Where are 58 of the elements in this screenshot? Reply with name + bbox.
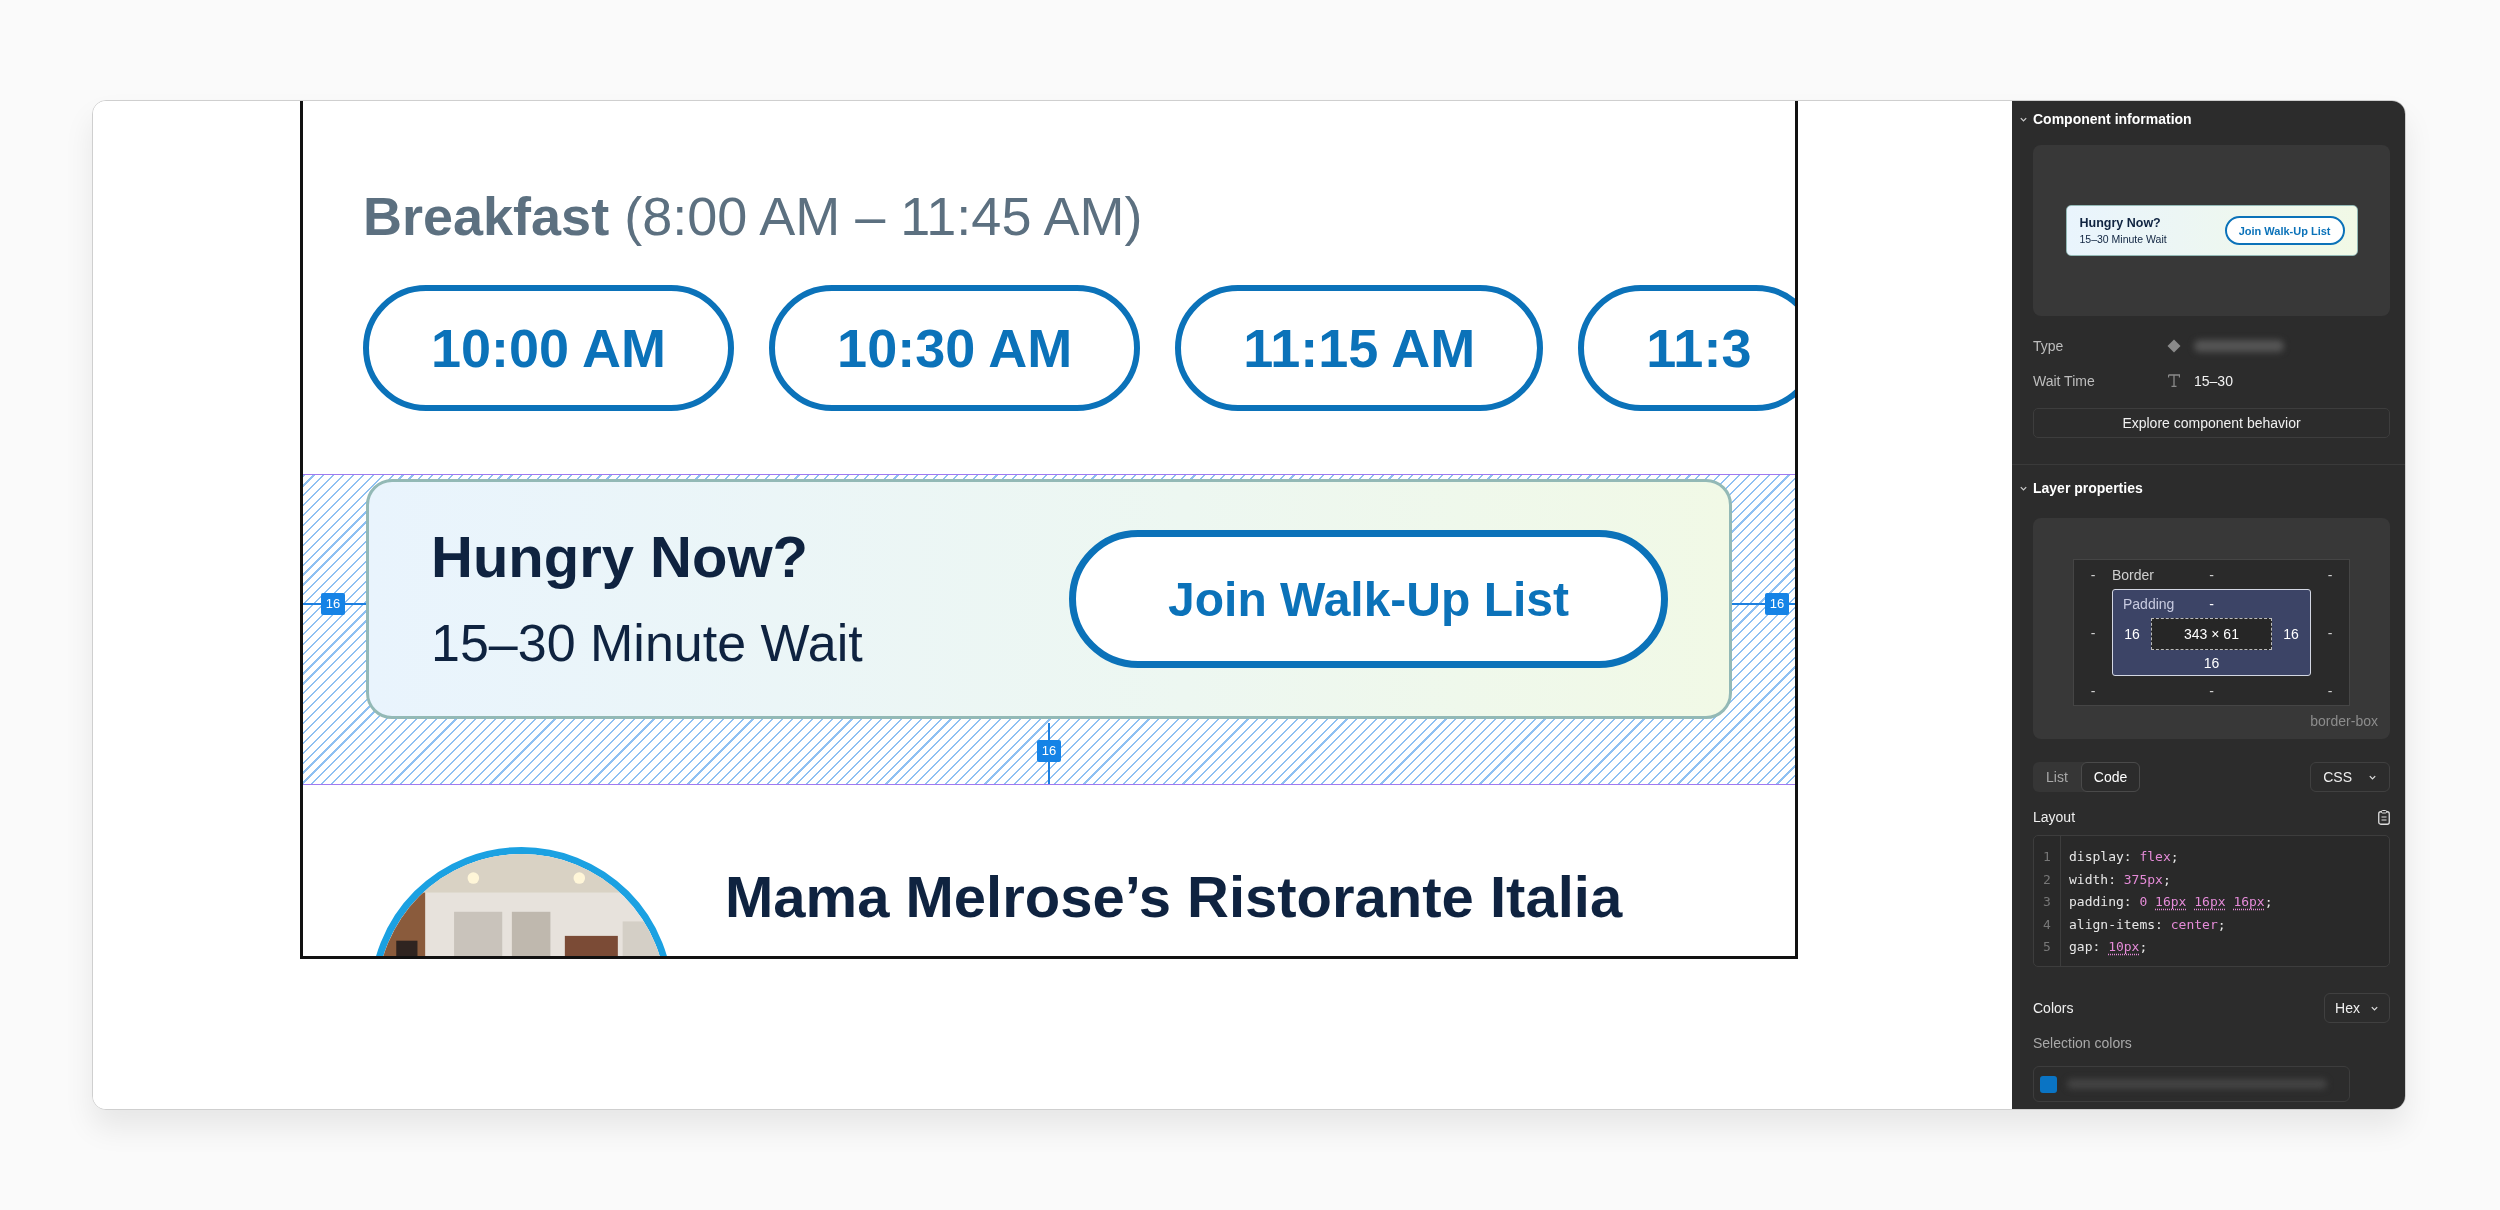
section-heading: Breakfast (8:00 AM – 11:45 AM): [362, 185, 1144, 246]
wait-time-text: 15–30 Minute Wait: [2079, 233, 2167, 245]
line-number: 4: [2042, 915, 2052, 934]
padding-value: -: [2208, 595, 2215, 614]
text-type-icon: [2168, 374, 2180, 387]
section-title: Layer properties: [2033, 480, 2143, 496]
diamond-icon: [2167, 338, 2181, 353]
view-tab[interactable]: List: [2033, 762, 2081, 792]
time-slot-button[interactable]: 10:00 AM: [363, 285, 735, 411]
code-line: display: flex;: [2069, 848, 2180, 866]
padding-value: 16: [2282, 625, 2300, 644]
border-value: -: [2326, 565, 2334, 585]
box-sizing-label: border-box: [2310, 713, 2378, 729]
border-value: -: [2089, 565, 2097, 585]
border-value: -: [2089, 681, 2097, 701]
line-number: 5: [2042, 938, 2052, 956]
border-value: -: [2089, 623, 2097, 643]
code-line: padding: 0 16px 16px 16px;: [2069, 893, 2273, 911]
content-size-box: 343 × 61: [2151, 618, 2272, 650]
code-line: align-items: center;: [2069, 915, 2227, 934]
color-swatch-row[interactable]: [2033, 1066, 2350, 1102]
line-number: 1: [2042, 848, 2052, 866]
time-slot-button[interactable]: 10:30 AM: [769, 285, 1141, 411]
padding-label: Padding: [2122, 595, 2176, 614]
view-tab[interactable]: Code: [2080, 762, 2141, 792]
layout-label: Layout: [2033, 809, 2076, 825]
line-number: 3: [2042, 893, 2052, 911]
section-title: Component information: [2033, 111, 2192, 127]
colors-label: Colors: [2033, 1000, 2074, 1016]
time-slot-button[interactable]: 11:15 AM: [1175, 285, 1544, 411]
explore-component-button[interactable]: Explore component behavior: [2033, 408, 2390, 438]
property-value: 15–30: [2194, 372, 2233, 389]
spacing-badge: 16: [1037, 740, 1061, 762]
border-value: -: [2208, 565, 2215, 585]
time-slot-button[interactable]: 11:3: [1578, 285, 1795, 411]
property-label: Wait Time: [2033, 372, 2096, 389]
property-label: Type: [2033, 337, 2065, 354]
border-value: -: [2208, 681, 2215, 701]
padding-value: 16: [2202, 653, 2221, 673]
border-label: Border: [2112, 565, 2156, 585]
selection-colors-label: Selection colors: [2033, 1035, 2133, 1051]
walkup-pill-preview: Join Walk-Up List: [2224, 216, 2345, 245]
banner-title: Hungry Now?: [431, 523, 809, 591]
banner-title: Hungry Now?: [2079, 216, 2162, 230]
line-number: 2: [2042, 870, 2052, 889]
wait-time-text: 15–30 Minute Wait: [431, 613, 863, 674]
color-format-dropdown[interactable]: Hex: [2324, 993, 2390, 1023]
code-line: width: 375px;: [2069, 870, 2172, 889]
border-value: -: [2326, 623, 2334, 643]
padding-value: 16: [2123, 625, 2141, 644]
spacing-badge: 16: [321, 593, 345, 615]
clipboard-icon[interactable]: [2378, 809, 2390, 825]
code-line: gap: 10px;: [2069, 938, 2149, 956]
join-walkup-list-button[interactable]: Join Walk-Up List: [1069, 530, 1668, 668]
spacing-badge: 16: [1765, 593, 1789, 615]
border-value: -: [2326, 681, 2334, 701]
restaurant-name: Mama Melrose’s Ristorante Italia: [725, 863, 1623, 931]
format-dropdown[interactable]: CSS: [2310, 762, 2390, 792]
